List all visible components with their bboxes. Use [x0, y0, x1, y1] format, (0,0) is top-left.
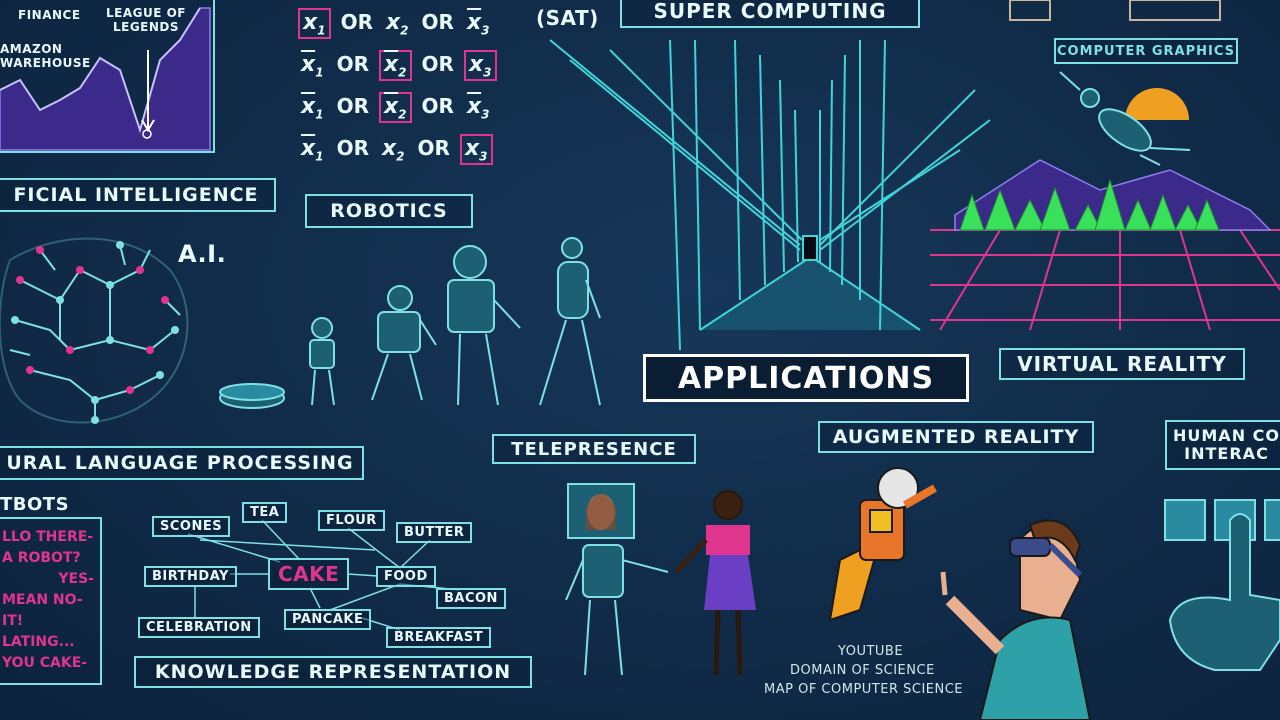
league-of-legends-label: LEAGUE OF LEGENDS: [106, 6, 186, 34]
credit-youtube: YOUTUBE: [838, 644, 904, 659]
applications-title: APPLICATIONS: [643, 354, 969, 402]
hci-scene: [1164, 499, 1280, 671]
super-computing-label: SUPER COMPUTING: [620, 0, 920, 28]
sat-variable: x3: [463, 50, 497, 82]
kg-node-flour: FLOUR: [318, 510, 385, 531]
sat-variable: x2: [385, 10, 409, 38]
robot-evolution: [219, 237, 601, 409]
sat-or: OR: [421, 10, 454, 34]
kg-node-scones: SCONES: [152, 516, 231, 537]
kg-node-birthday: BIRTHDAY: [144, 566, 237, 587]
kg-node-food: FOOD: [376, 566, 436, 587]
telepresence-label: TELEPRESENCE: [492, 434, 696, 464]
sat-or: OR: [340, 10, 373, 34]
robotics-label: ROBOTICS: [305, 194, 473, 228]
sat-or: OR: [421, 52, 454, 76]
kg-node-bacon: BACON: [436, 588, 506, 609]
sat-variable: x1: [301, 94, 324, 122]
sat-clause: x1 OR x2 OR x3: [298, 50, 497, 82]
sat-or: OR: [336, 52, 369, 76]
augmented-reality-label: AUGMENTED REALITY: [818, 421, 1094, 453]
sat-variable: x3: [466, 94, 490, 122]
knowledge-representation-label: KNOWLEDGE REPRESENTATION: [134, 656, 532, 688]
kg-node-tea: TEA: [242, 502, 288, 523]
sat-label: (SAT): [536, 6, 599, 30]
amazon-warehouse-label: AMAZON WAREHOUSE: [0, 42, 91, 70]
hci-label: HUMAN CO INTERAC: [1165, 420, 1280, 470]
kg-node-cake: CAKE: [268, 558, 350, 590]
computer-graphics-label: COMPUTER GRAPHICS: [1054, 38, 1238, 64]
chatbot-line: IT!: [2, 613, 24, 629]
map-canvas: FINANCE LEAGUE OF LEGENDS AMAZON WAREHOU…: [0, 0, 1280, 720]
sat-clause: x1 OR x2 OR x3: [298, 8, 493, 40]
sat-or: OR: [421, 94, 454, 118]
credit-map: MAP OF COMPUTER SCIENCE: [764, 682, 964, 697]
kg-node-breakfast: BREAKFAST: [386, 627, 492, 648]
artificial-intelligence-label: FICIAL INTELLIGENCE: [0, 178, 276, 212]
virtual-reality-label: VIRTUAL REALITY: [999, 348, 1245, 380]
sat-clause: x1 OR x2 OR x3: [298, 134, 493, 166]
ai-mark: A.I.: [178, 240, 227, 268]
chatbots-label: TBOTS: [0, 494, 70, 515]
sat-variable: x1: [301, 136, 324, 164]
sat-clause: x1 OR x2 OR x3: [298, 92, 493, 124]
chatbot-line: A ROBOT?: [2, 550, 81, 566]
chatbot-line: LATING...: [2, 634, 75, 650]
kg-node-pancake: PANCAKE: [284, 609, 372, 630]
sat-variable: x2: [381, 136, 405, 164]
sat-variable: x3: [459, 134, 493, 166]
sat-or: OR: [417, 136, 450, 160]
sat-variable: x1: [301, 52, 324, 80]
supercomputer-corridor: [549, 39, 991, 351]
chatbot-line: LLO THERE-: [2, 529, 94, 545]
kg-node-celebration: CELEBRATION: [138, 617, 260, 638]
sat-or: OR: [336, 94, 369, 118]
ai-brain-circuit: [0, 237, 189, 424]
finance-label: FINANCE: [18, 8, 81, 22]
chatbot-dialog: LLO THERE- A ROBOT? YES- MEAN NO- IT! LATING.…: [0, 517, 102, 685]
nlp-label: URAL LANGUAGE PROCESSING: [0, 446, 364, 480]
sat-variable: x3: [466, 10, 490, 38]
chatbot-line: MEAN NO-: [2, 592, 83, 608]
sat-variable: x2: [378, 50, 412, 82]
telepresence-figures: [565, 483, 756, 676]
sat-or: OR: [336, 136, 369, 160]
sat-variable: x1: [298, 8, 331, 40]
chatbot-line: YES-: [58, 571, 94, 587]
kg-node-butter: BUTTER: [396, 522, 473, 543]
sat-variable: x2: [378, 92, 412, 124]
chatbot-line: YOU CAKE-: [2, 655, 88, 671]
credit-domain: DOMAIN OF SCIENCE: [790, 663, 935, 678]
sat-formula-block: x1 OR x2 OR x3 x1 OR x2 OR x3 x1 OR x2 OR x3 x1 OR x2 OR x3: [298, 8, 528, 168]
